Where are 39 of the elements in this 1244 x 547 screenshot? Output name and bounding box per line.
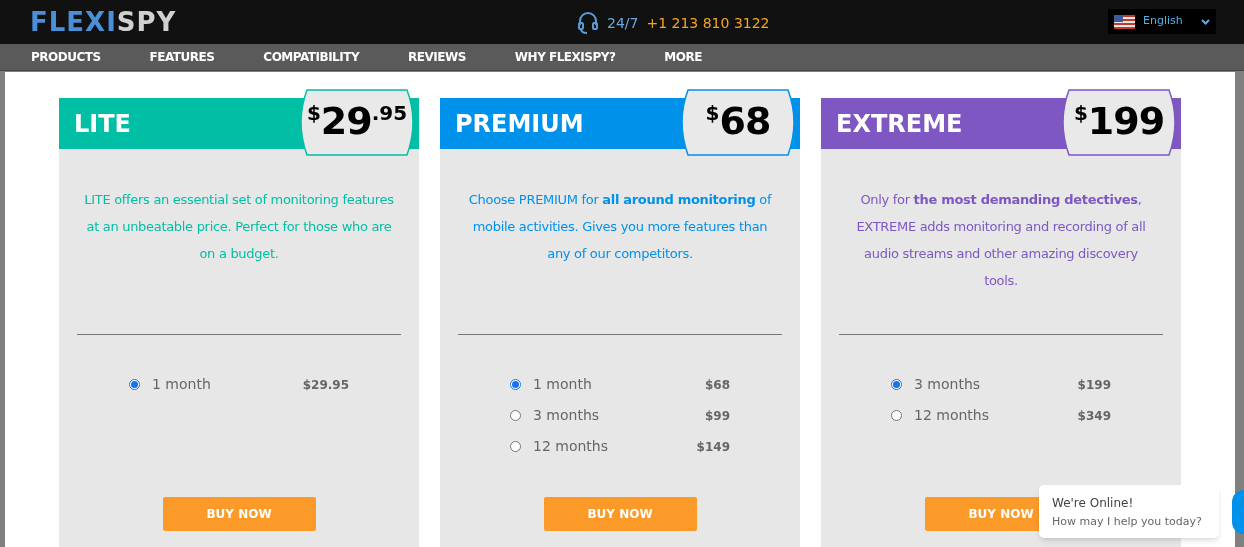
option-label: 12 months	[533, 437, 609, 456]
option-label: 12 months	[914, 406, 990, 425]
option-price: $68	[704, 376, 730, 394]
option-price: $149	[696, 438, 730, 456]
radio-button[interactable]	[891, 410, 902, 421]
chat-tooltip[interactable]: We're Online! How may I help you today?	[1039, 485, 1219, 538]
option-price: $199	[1077, 376, 1111, 394]
plan-description: Choose PREMIUM for all around monitoring of mobile activities. Gives you more features than any of our competitors.	[467, 191, 773, 263]
radio-button[interactable]	[891, 379, 902, 390]
option-label: 3 months	[533, 406, 601, 425]
option-price: $349	[1077, 407, 1111, 425]
chat-launcher[interactable]	[1232, 490, 1244, 534]
flag-icon	[1114, 14, 1135, 29]
plan-description: LITE offers an essential set of monitoring features at an unbeatable price. Perfect for those who are on a budget.	[84, 191, 394, 263]
option-label: 1 month	[152, 375, 212, 394]
support-hours: 24/7	[607, 13, 639, 33]
radio-button[interactable]	[510, 410, 521, 421]
plan-name: EXTREME	[836, 108, 963, 140]
radio-button[interactable]	[510, 441, 521, 452]
nav-link[interactable]: WHY FLEXISPY?	[514, 48, 616, 66]
plan-name: PREMIUM	[455, 108, 584, 140]
phone-number[interactable]: +1 213 810 3122	[646, 12, 770, 34]
option-price: $99	[704, 407, 730, 425]
logo[interactable]: FLEXISPY	[30, 2, 177, 42]
radio-button[interactable]	[510, 379, 521, 390]
option-label: 1 month	[533, 375, 593, 394]
option-label: 3 months	[914, 375, 982, 394]
option-price: $29.95	[302, 376, 349, 394]
chevron-down-icon	[1201, 18, 1210, 25]
nav-link[interactable]: FEATURES	[149, 48, 215, 66]
plan-description: Only for the most demanding detectives, EXTREME adds monitoring and recording of all audio streams and other amazing discovery tools.	[855, 191, 1147, 290]
nav-link[interactable]: REVIEWS	[408, 48, 466, 66]
nav-link[interactable]: MORE	[664, 48, 702, 66]
nav-link[interactable]: COMPATIBILITY	[263, 48, 360, 66]
language-select[interactable]: English	[1108, 9, 1216, 34]
nav-link[interactable]: PRODUCTS	[31, 48, 101, 66]
headset-icon	[577, 11, 599, 35]
radio-button[interactable]	[129, 379, 140, 390]
plan-name: LITE	[74, 108, 131, 140]
